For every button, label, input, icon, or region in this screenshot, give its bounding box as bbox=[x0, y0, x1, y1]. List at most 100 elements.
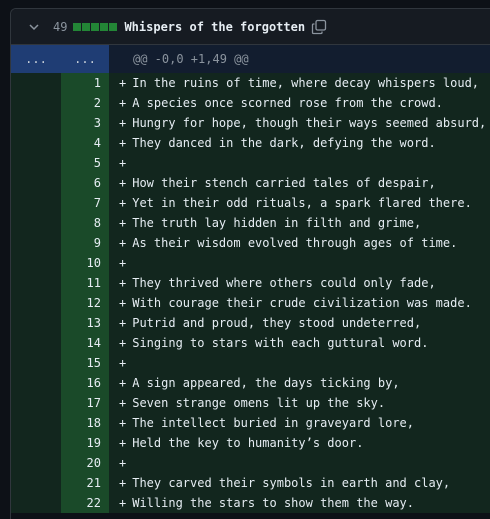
new-line-number[interactable]: 6 bbox=[61, 173, 109, 193]
line-text: As their wisdom evolved through ages of … bbox=[132, 236, 458, 250]
line-text: Hungry for hope, though their ways seeme… bbox=[132, 116, 487, 130]
addition-marker: + bbox=[119, 116, 127, 130]
addition-marker: + bbox=[119, 196, 127, 210]
line-code: + The intellect buried in graveyard lore, bbox=[109, 413, 490, 433]
new-line-number[interactable]: 7 bbox=[61, 193, 109, 213]
line-text: Willing the stars to show them the way. bbox=[132, 496, 414, 510]
new-line-number[interactable]: 17 bbox=[61, 393, 109, 413]
old-line-number bbox=[11, 473, 61, 493]
line-code: + bbox=[109, 253, 490, 273]
expand-new-marker[interactable]: ... bbox=[61, 45, 109, 73]
diff-line: 16 + A sign appeared, the days ticking by, bbox=[11, 373, 490, 393]
new-line-number[interactable]: 5 bbox=[61, 153, 109, 173]
old-line-number bbox=[11, 73, 61, 93]
line-code: + Held the key to humanity’s door. bbox=[109, 433, 490, 453]
new-line-number[interactable]: 11 bbox=[61, 273, 109, 293]
line-code: + bbox=[109, 353, 490, 373]
chevron-down-icon[interactable] bbox=[27, 20, 41, 34]
line-text: They thrived where others could only fad… bbox=[132, 276, 436, 290]
old-line-number bbox=[11, 173, 61, 193]
diff-line: 11 + They thrived where others could only … bbox=[11, 273, 490, 293]
line-code: + bbox=[109, 153, 490, 173]
addition-marker: + bbox=[119, 416, 127, 430]
addition-marker: + bbox=[119, 176, 127, 190]
addition-marker: + bbox=[119, 216, 127, 230]
addition-marker: + bbox=[119, 456, 127, 470]
diff-line: 4 + They danced in the dark, defying the w… bbox=[11, 133, 490, 153]
diff-line: 15 + bbox=[11, 353, 490, 373]
new-line-number[interactable]: 18 bbox=[61, 413, 109, 433]
diff-line: 3 + Hungry for hope, though their ways see… bbox=[11, 113, 490, 133]
new-line-number[interactable]: 12 bbox=[61, 293, 109, 313]
copy-icon[interactable] bbox=[311, 19, 327, 35]
line-text: A sign appeared, the days ticking by, bbox=[132, 376, 400, 390]
line-code: + They carved their symbols in earth and … bbox=[109, 473, 490, 493]
new-line-number[interactable]: 19 bbox=[61, 433, 109, 453]
line-text: How their stench carried tales of despai… bbox=[132, 176, 436, 190]
line-text: The truth lay hidden in filth and grime, bbox=[132, 216, 422, 230]
old-line-number bbox=[11, 393, 61, 413]
addition-marker: + bbox=[119, 136, 127, 150]
line-code: + Seven strange omens lit up the sky. bbox=[109, 393, 490, 413]
expand-old-marker[interactable]: ... bbox=[11, 45, 61, 73]
line-text: With courage their crude civilization wa… bbox=[132, 296, 472, 310]
new-line-number[interactable]: 21 bbox=[61, 473, 109, 493]
line-code: + Hungry for hope, though their ways seem… bbox=[109, 113, 490, 133]
addition-marker: + bbox=[119, 296, 127, 310]
diffstat-block bbox=[82, 22, 91, 31]
diffstat-block bbox=[109, 22, 118, 31]
addition-marker: + bbox=[119, 396, 127, 410]
diff-line: 21 + They carved their symbols in earth an… bbox=[11, 473, 490, 493]
new-line-number[interactable]: 2 bbox=[61, 93, 109, 113]
diffstat-block bbox=[73, 22, 82, 31]
line-code: + They thrived where others could only fa… bbox=[109, 273, 490, 293]
new-line-number[interactable]: 13 bbox=[61, 313, 109, 333]
diffstat-block bbox=[100, 22, 109, 31]
diff-line: 12 + With courage their crude civilization… bbox=[11, 293, 490, 313]
new-line-number[interactable]: 20 bbox=[61, 453, 109, 473]
file-name[interactable]: Whispers of the forgotten bbox=[124, 20, 305, 34]
diff-line: 6 + How their stench carried tales of desp… bbox=[11, 173, 490, 193]
diffstat-bar bbox=[73, 22, 118, 31]
new-line-number[interactable]: 4 bbox=[61, 133, 109, 153]
change-count: 49 bbox=[53, 19, 68, 34]
new-line-number[interactable]: 9 bbox=[61, 233, 109, 253]
old-line-number bbox=[11, 133, 61, 153]
line-code: + They danced in the dark, defying the wo… bbox=[109, 133, 490, 153]
diff-line: 8 + The truth lay hidden in filth and grim… bbox=[11, 213, 490, 233]
new-line-number[interactable]: 10 bbox=[61, 253, 109, 273]
new-line-number[interactable]: 22 bbox=[61, 493, 109, 513]
new-line-number[interactable]: 8 bbox=[61, 213, 109, 233]
addition-marker: + bbox=[119, 336, 127, 350]
old-line-number bbox=[11, 213, 61, 233]
diff-line: 18 + The intellect buried in graveyard lor… bbox=[11, 413, 490, 433]
old-line-number bbox=[11, 293, 61, 313]
new-line-number[interactable]: 15 bbox=[61, 353, 109, 373]
old-line-number bbox=[11, 493, 61, 513]
diff-line: 19 + Held the key to humanity’s door. bbox=[11, 433, 490, 453]
line-text: Yet in their odd rituals, a spark flared… bbox=[132, 196, 472, 210]
line-code: + With courage their crude civilization w… bbox=[109, 293, 490, 313]
new-line-number[interactable]: 16 bbox=[61, 373, 109, 393]
new-line-number[interactable]: 14 bbox=[61, 333, 109, 353]
new-line-number[interactable]: 3 bbox=[61, 113, 109, 133]
old-line-number bbox=[11, 333, 61, 353]
addition-marker: + bbox=[119, 236, 127, 250]
addition-marker: + bbox=[119, 356, 127, 370]
diff-line: 1 + In the ruins of time, where decay whis… bbox=[11, 73, 490, 93]
new-line-number[interactable]: 1 bbox=[61, 73, 109, 93]
old-line-number bbox=[11, 193, 61, 213]
addition-marker: + bbox=[119, 96, 127, 110]
old-line-number bbox=[11, 353, 61, 373]
line-text: They carved their symbols in earth and c… bbox=[132, 476, 451, 490]
line-code: + A species once scorned rose from the cr… bbox=[109, 93, 490, 113]
addition-marker: + bbox=[119, 256, 127, 270]
old-line-number bbox=[11, 313, 61, 333]
hunk-header: ... ... @@ -0,0 +1,49 @@ bbox=[11, 45, 490, 73]
line-code: + bbox=[109, 453, 490, 473]
line-code: + As their wisdom evolved through ages of… bbox=[109, 233, 490, 253]
addition-marker: + bbox=[119, 496, 127, 510]
line-text: In the ruins of time, where decay whispe… bbox=[132, 76, 480, 90]
line-text: Putrid and proud, they stood undeterred, bbox=[132, 316, 422, 330]
diff-line: 14 + Singing to stars with each guttural w… bbox=[11, 333, 490, 353]
